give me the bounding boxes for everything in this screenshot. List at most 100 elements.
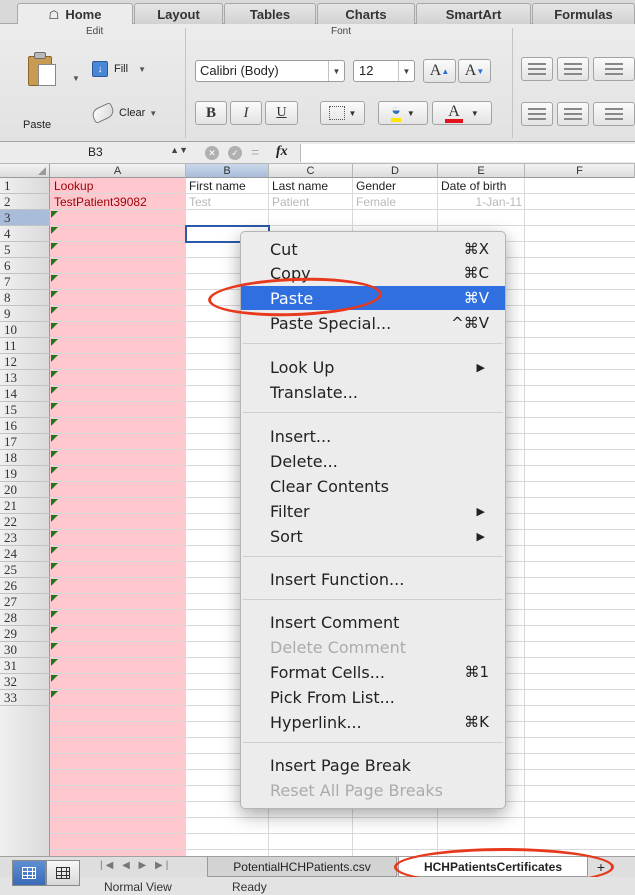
row-header-16[interactable]: 16 (0, 418, 50, 434)
normal-view-button[interactable] (12, 860, 46, 886)
row-header-2[interactable]: 2 (0, 194, 50, 210)
cell-d2[interactable]: Female (353, 194, 438, 210)
menu-item-delete[interactable]: Delete... (241, 449, 505, 473)
tab-charts[interactable]: Charts (317, 3, 415, 24)
name-box[interactable]: B3 ▲▼ (48, 145, 188, 161)
row-header-32[interactable]: 32 (0, 674, 50, 690)
align-text-left-button[interactable] (521, 102, 553, 126)
function-icon[interactable]: fx (276, 144, 288, 160)
align-middle-button[interactable] (557, 57, 589, 81)
cell-b2[interactable]: Test (186, 194, 269, 210)
row-header-18[interactable]: 18 (0, 450, 50, 466)
column-header-d[interactable]: D (353, 164, 438, 178)
column-header-c[interactable]: C (269, 164, 353, 178)
row-header-1[interactable]: 1 (0, 178, 50, 194)
row-header-21[interactable]: 21 (0, 498, 50, 514)
tab-smartart[interactable]: SmartArt (416, 3, 531, 24)
menu-item-clear-contents[interactable]: Clear Contents (241, 474, 505, 498)
cell-a1[interactable]: Lookup (51, 178, 185, 194)
row-header-14[interactable]: 14 (0, 386, 50, 402)
row-header-12[interactable]: 12 (0, 354, 50, 370)
cell-d1[interactable]: Gender (353, 178, 438, 194)
cell-c1[interactable]: Last name (269, 178, 353, 194)
row-header-3[interactable]: 3 (0, 210, 50, 226)
menu-item-hyperlink[interactable]: Hyperlink... ⌘K (241, 710, 505, 734)
row-header-19[interactable]: 19 (0, 466, 50, 482)
align-left-button[interactable] (521, 57, 553, 81)
row-header-20[interactable]: 20 (0, 482, 50, 498)
row-header-15[interactable]: 15 (0, 402, 50, 418)
cell-a2[interactable]: TestPatient39082 (51, 194, 185, 210)
row-header-8[interactable]: 8 (0, 290, 50, 306)
row-header-7[interactable]: 7 (0, 274, 50, 290)
align-text-center-button[interactable] (557, 102, 589, 126)
column-header-a[interactable]: A (50, 164, 186, 178)
menu-item-insert-function[interactable]: Insert Function... (241, 567, 505, 591)
row-header-17[interactable]: 17 (0, 434, 50, 450)
row-header-22[interactable]: 22 (0, 514, 50, 530)
menu-item-insert[interactable]: Insert... (241, 424, 505, 448)
column-header-b[interactable]: B (186, 164, 269, 178)
fill-color-button[interactable]: ◒ ▼ (378, 101, 428, 125)
menu-item-translate[interactable]: Translate... (241, 380, 505, 404)
font-name-select[interactable]: Calibri (Body) ▼ (195, 60, 345, 82)
align-text-right-button[interactable] (593, 102, 635, 126)
row-header-28[interactable]: 28 (0, 610, 50, 626)
underline-button[interactable]: U (265, 101, 298, 125)
menu-item-insert-page-break[interactable]: Insert Page Break (241, 753, 505, 777)
menu-item-cut[interactable]: Cut ⌘X (241, 237, 505, 261)
row-header-5[interactable]: 5 (0, 242, 50, 258)
align-bottom-button[interactable] (593, 57, 635, 81)
cell-c2[interactable]: Patient (269, 194, 353, 210)
clear-button[interactable]: Clear ▼ (90, 102, 157, 124)
row-header-4[interactable]: 4 (0, 226, 50, 242)
row-header-29[interactable]: 29 (0, 626, 50, 642)
bold-button[interactable]: B (195, 101, 227, 125)
menu-item-insert-comment[interactable]: Insert Comment (241, 610, 505, 634)
row-header-27[interactable]: 27 (0, 594, 50, 610)
page-layout-view-button[interactable] (46, 860, 80, 886)
row-header-6[interactable]: 6 (0, 258, 50, 274)
font-color-button[interactable]: A ▼ (432, 101, 492, 125)
fill-button[interactable]: ↓ Fill ▼ (92, 60, 146, 78)
menu-item-format-cells[interactable]: Format Cells... ⌘1 (241, 660, 505, 684)
row-header-13[interactable]: 13 (0, 370, 50, 386)
cell-b1[interactable]: First name (186, 178, 269, 194)
row-header-24[interactable]: 24 (0, 546, 50, 562)
row-header-30[interactable]: 30 (0, 642, 50, 658)
tab-formulas[interactable]: Formulas (532, 3, 635, 24)
equals-icon[interactable]: = (251, 144, 259, 160)
row-header-31[interactable]: 31 (0, 658, 50, 674)
borders-button[interactable]: ▼ (320, 101, 365, 125)
tab-tables[interactable]: Tables (224, 3, 316, 24)
menu-item-sort[interactable]: Sort ▶ (241, 524, 505, 548)
menu-item-look-up[interactable]: Look Up ▶ (241, 355, 505, 379)
row-header-10[interactable]: 10 (0, 322, 50, 338)
cell-e1[interactable]: Date of birth (438, 178, 525, 194)
formula-input[interactable] (300, 144, 635, 162)
italic-button[interactable]: I (230, 101, 262, 125)
confirm-icon[interactable]: ✓ (228, 146, 242, 160)
paste-button[interactable] (24, 52, 62, 92)
menu-item-pick-from-list[interactable]: Pick From List... (241, 685, 505, 709)
grow-font-button[interactable]: A ▲ (423, 59, 456, 83)
font-size-select[interactable]: 12 ▼ (353, 60, 415, 82)
cell-e2[interactable]: 1-Jan-11 (438, 194, 525, 210)
row-header-11[interactable]: 11 (0, 338, 50, 354)
row-header-23[interactable]: 23 (0, 530, 50, 546)
column-header-e[interactable]: E (438, 164, 525, 178)
menu-item-filter[interactable]: Filter ▶ (241, 499, 505, 523)
paste-dropdown-icon[interactable]: ▼ (72, 74, 80, 83)
column-header-f[interactable]: F (525, 164, 635, 178)
shrink-font-button[interactable]: A ▼ (458, 59, 491, 83)
row-header-25[interactable]: 25 (0, 562, 50, 578)
sheet-nav-arrows-icon[interactable]: |◀ ◀ ▶ ▶| (100, 860, 171, 871)
cancel-icon[interactable]: ✕ (205, 146, 219, 160)
select-all-corner[interactable] (0, 164, 50, 178)
row-header-26[interactable]: 26 (0, 578, 50, 594)
row-header-9[interactable]: 9 (0, 306, 50, 322)
tab-home[interactable]: ☖ Home (17, 3, 133, 25)
row-header-33[interactable]: 33 (0, 690, 50, 706)
tab-layout[interactable]: Layout (134, 3, 223, 24)
sheet-tab-potential[interactable]: PotentialHCHPatients.csv (207, 857, 397, 877)
